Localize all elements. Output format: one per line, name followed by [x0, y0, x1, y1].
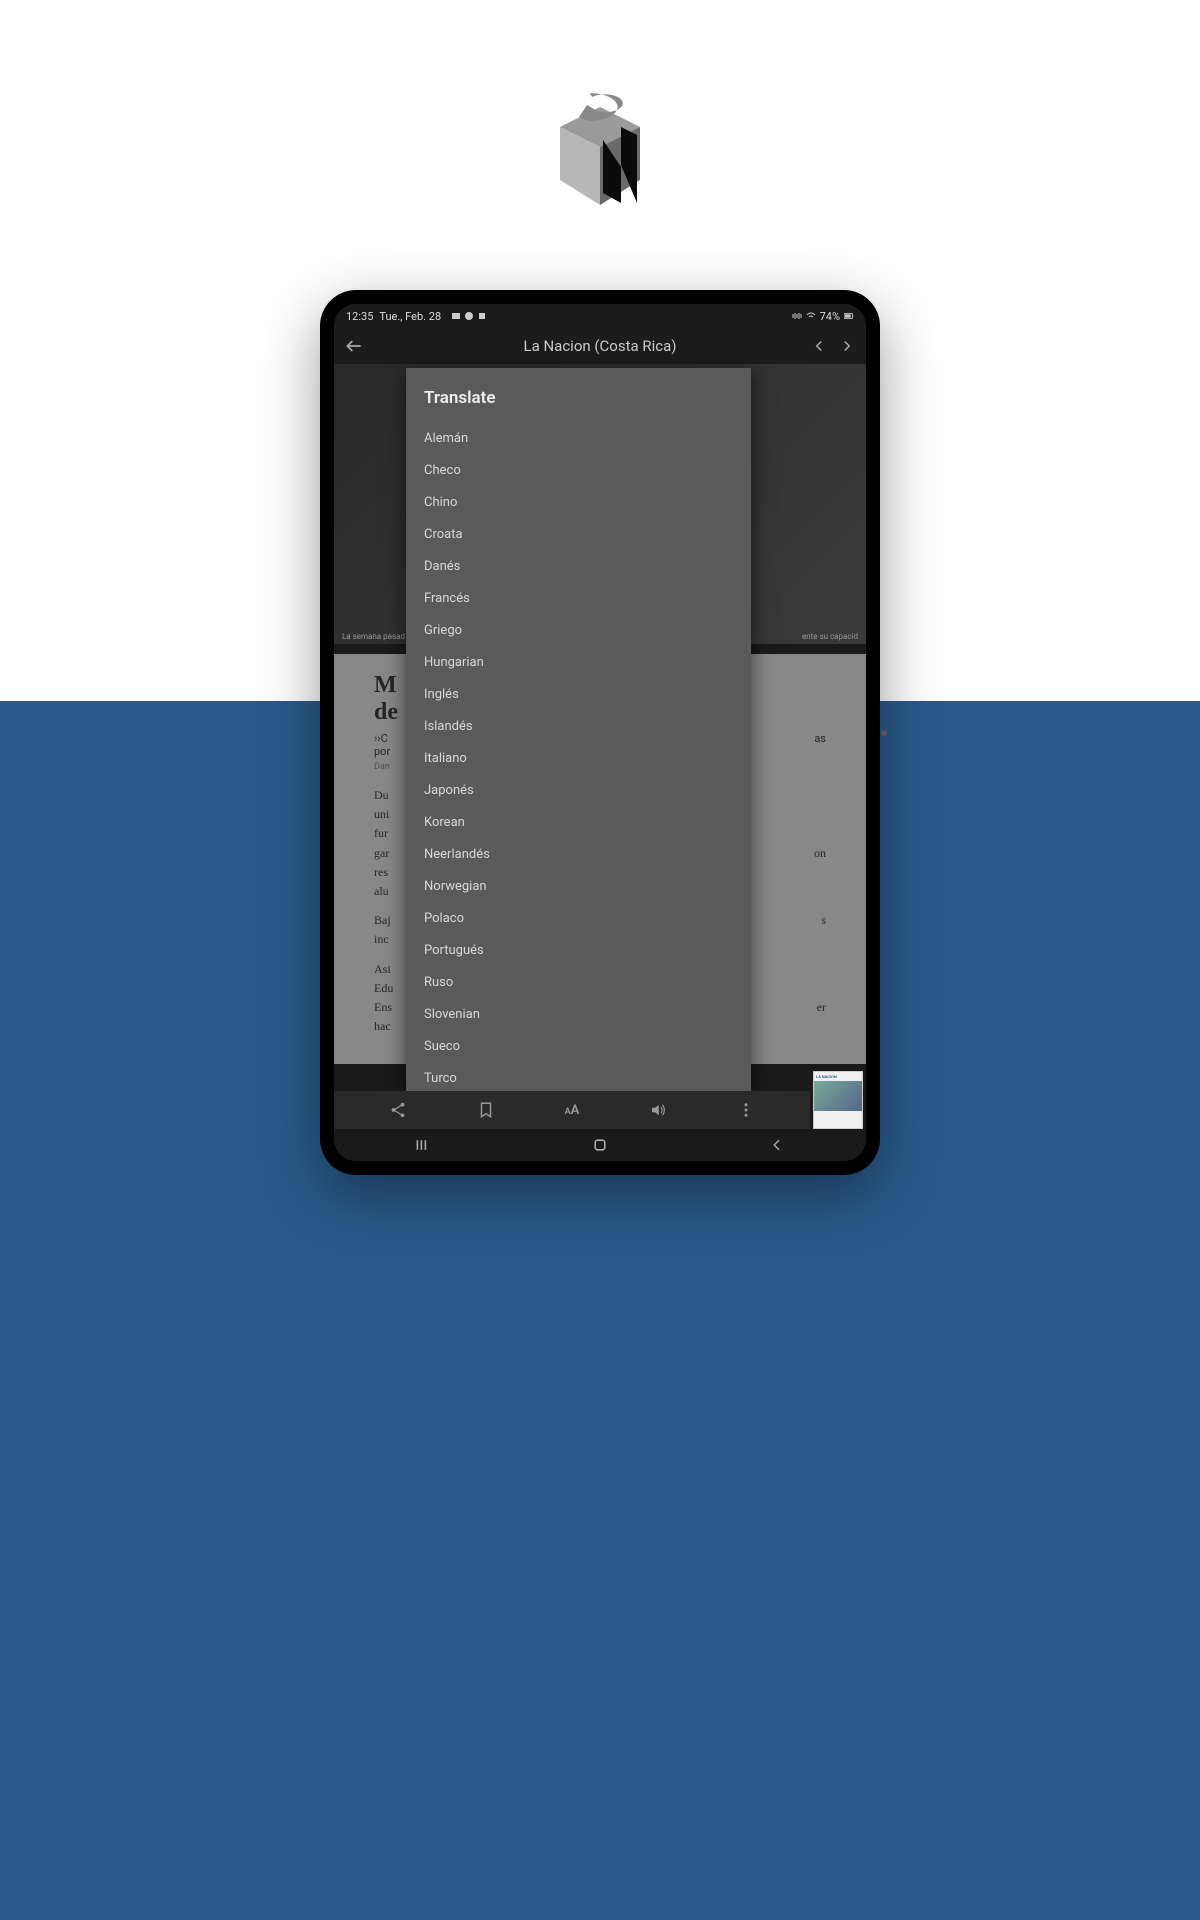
more-vertical-icon[interactable] [737, 1101, 755, 1119]
chevron-right-icon[interactable] [838, 337, 856, 355]
language-item[interactable]: Croata [424, 518, 733, 550]
home-button[interactable] [590, 1135, 610, 1155]
app-header: La Nacion (Costa Rica) [334, 328, 866, 364]
status-right: 74% [792, 310, 854, 323]
battery-percent: 74% [820, 310, 840, 323]
language-item[interactable]: Checo [424, 454, 733, 486]
language-item[interactable]: Sueco [424, 1030, 733, 1062]
language-item[interactable]: Polaco [424, 902, 733, 934]
thumb-masthead: LA NACION [814, 1072, 862, 1081]
android-nav-bar [334, 1129, 866, 1161]
language-item[interactable]: Danés [424, 550, 733, 582]
back-arrow-icon[interactable] [344, 336, 364, 356]
language-item[interactable]: Ruso [424, 966, 733, 998]
language-item[interactable]: Islandés [424, 710, 733, 742]
font-size-icon[interactable]: AAAA [565, 1103, 580, 1118]
status-notification-icons [451, 311, 487, 321]
article-image-caption-left: La semana pasad [342, 632, 405, 641]
back-button[interactable] [767, 1135, 787, 1155]
language-item[interactable]: Norwegian [424, 870, 733, 902]
language-item[interactable]: Inglés [424, 678, 733, 710]
tablet-camera [881, 730, 887, 736]
language-item[interactable]: Griego [424, 614, 733, 646]
battery-icon [844, 311, 854, 321]
language-item[interactable]: Francés [424, 582, 733, 614]
reader-toolbar: AAAA [334, 1091, 810, 1129]
chevron-left-icon[interactable] [810, 337, 828, 355]
language-item[interactable]: Slovenian [424, 998, 733, 1030]
language-item[interactable]: Chino [424, 486, 733, 518]
language-item[interactable]: Japonés [424, 774, 733, 806]
translate-modal-title: Translate [424, 388, 733, 408]
share-icon[interactable] [389, 1101, 407, 1119]
tablet-screen: 12:35 Tue., Feb. 28 74% La Nacion (Costa [334, 304, 866, 1161]
status-time: 12:35 [346, 310, 373, 323]
wifi-icon [806, 311, 816, 321]
language-item[interactable]: Hungarian [424, 646, 733, 678]
status-date: Tue., Feb. 28 [379, 310, 441, 323]
translate-modal: Translate Alemán Checo Chino Croata Dané… [406, 368, 751, 1092]
newspaper-page-thumbnail[interactable]: LA NACION [813, 1071, 863, 1129]
tablet-device-frame: 12:35 Tue., Feb. 28 74% La Nacion (Costa [320, 290, 880, 1175]
status-bar: 12:35 Tue., Feb. 28 74% [334, 304, 866, 328]
vibrate-icon [792, 311, 802, 321]
app-logo-3d [525, 75, 675, 225]
recents-button[interactable] [413, 1135, 433, 1155]
status-left: 12:35 Tue., Feb. 28 [346, 310, 487, 323]
language-item[interactable]: Alemán [424, 422, 733, 454]
language-item[interactable]: Italiano [424, 742, 733, 774]
app-title: La Nacion (Costa Rica) [524, 337, 677, 355]
language-item[interactable]: Korean [424, 806, 733, 838]
language-item[interactable]: Portugués [424, 934, 733, 966]
language-item[interactable]: Neerlandés [424, 838, 733, 870]
language-item[interactable]: Turco [424, 1062, 733, 1092]
thumb-image [814, 1081, 862, 1111]
language-list: Alemán Checo Chino Croata Danés Francés … [424, 422, 733, 1092]
article-image-caption-right: ente su capacid [802, 632, 858, 641]
bookmark-icon[interactable] [477, 1101, 495, 1119]
header-nav-arrows [810, 337, 856, 355]
audio-icon[interactable] [649, 1101, 667, 1119]
